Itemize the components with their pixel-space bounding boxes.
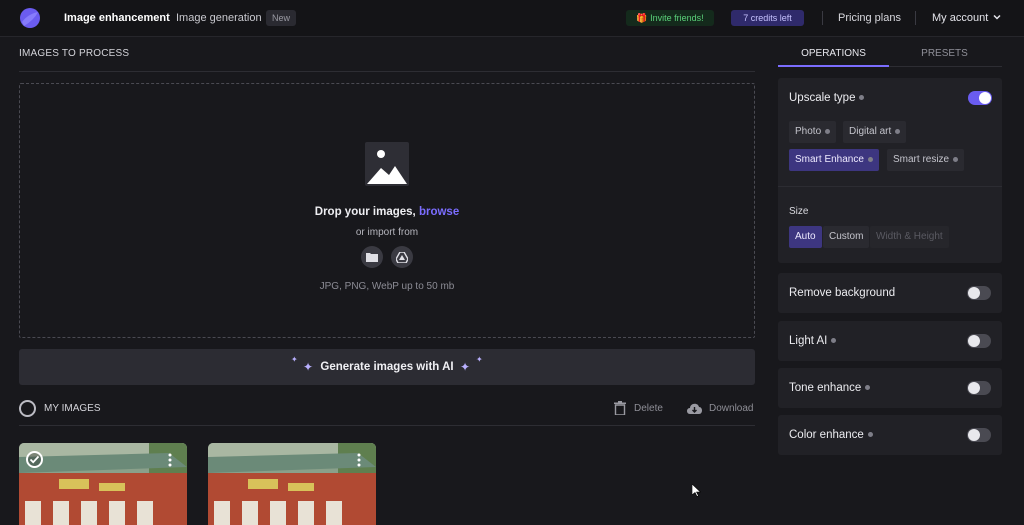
toggle-knob [968,429,980,441]
images-to-process-title: IMAGES TO PROCESS [19,48,130,59]
tone-enhance-title: Tone enhance [789,382,871,394]
size-custom-option[interactable]: Custom [823,226,870,248]
image-thumbnail[interactable] [208,443,376,525]
tab-presets[interactable]: PRESETS [889,48,1000,59]
tone-enhance-card: Tone enhance [778,368,1002,408]
select-all-checkbox[interactable] [19,400,36,417]
credits-badge[interactable]: 7 credits left [731,10,804,26]
sparkle-icon: ✦ [460,360,471,374]
upscale-type-photo[interactable]: Photo [789,121,837,143]
upscale-toggle[interactable] [968,91,992,105]
info-icon[interactable] [895,128,901,134]
color-enhance-toggle[interactable] [967,428,991,442]
tone-enhance-label: Tone enhance [789,382,862,394]
more-options-icon[interactable] [355,452,363,468]
nav-image-enhancement[interactable]: Image enhancement [64,11,170,25]
info-icon[interactable] [825,128,831,134]
building-photo [208,443,376,525]
import-google-drive-button[interactable] [391,246,413,268]
nav-divider [915,11,916,25]
color-enhance-title: Color enhance [789,429,873,441]
nav-image-generation[interactable]: Image generation [176,11,262,25]
delete-button[interactable]: Delete [634,403,663,414]
supported-formats-text: JPG, PNG, WebP up to 50 mb [319,281,455,292]
cloud-download-icon[interactable] [686,402,703,415]
width-height-input[interactable]: Width & Height [870,226,949,248]
import-folder-button[interactable] [361,246,383,268]
info-icon[interactable] [867,156,873,162]
info-icon[interactable] [859,95,865,101]
folder-icon [366,253,378,262]
invite-friends-button[interactable]: 🎁 Invite friends! [626,10,714,26]
remove-background-title: Remove background [789,287,896,299]
nav-pricing-plans[interactable]: Pricing plans [838,11,901,25]
tab-operations[interactable]: OPERATIONS [778,48,889,59]
section-divider [19,71,755,72]
import-from-label: or import from [355,227,419,238]
mouse-cursor-icon [692,484,701,497]
chip-label: Smart Enhance [795,154,864,165]
toggle-knob [968,382,980,394]
toggle-knob [968,335,980,347]
upscale-card: Upscale type Photo Digital art Smart Enh… [778,78,1002,263]
light-ai-toggle[interactable] [967,334,991,348]
image-select-checkbox[interactable] [26,451,43,468]
info-icon[interactable] [953,156,959,162]
google-drive-icon [396,251,408,263]
card-divider [778,186,1002,187]
image-thumbnail[interactable] [19,443,187,525]
image-dropzone[interactable]: Drop your images, browse or import from … [19,83,755,338]
info-icon[interactable] [865,385,871,391]
nav-my-account[interactable]: My account [932,11,988,25]
size-auto-option[interactable]: Auto [789,226,822,248]
nav-divider [822,11,823,25]
checkmark-icon [29,455,40,464]
remove-background-card: Remove background [778,273,1002,313]
more-options-icon[interactable] [166,452,174,468]
color-enhance-label: Color enhance [789,429,864,441]
chip-label: Photo [795,126,822,137]
toggle-knob [979,92,991,104]
active-tab-indicator [778,65,889,67]
download-button[interactable]: Download [709,403,753,414]
size-label: Size [789,206,809,217]
upscale-type-label: Upscale type [789,92,856,104]
chip-label: Smart resize [893,154,950,165]
light-ai-label: Light AI [789,335,828,347]
trash-icon[interactable] [614,401,626,415]
chip-label: Digital art [849,126,892,137]
app-logo-icon[interactable] [18,6,42,30]
sparkle-icon: ✦ [476,355,483,364]
generate-images-ai-label: Generate images with AI [320,361,454,373]
light-ai-title: Light AI [789,335,837,347]
generate-images-ai-button[interactable]: ✦ ✦ Generate images with AI ✦ ✦ [19,349,755,385]
upscale-type-digital-art[interactable]: Digital art [843,121,907,143]
new-badge: New [266,10,297,26]
toggle-knob [968,287,980,299]
upscale-type-title: Upscale type [789,92,865,104]
drop-prefix-text: Drop your images, [314,206,419,218]
image-placeholder-icon [365,142,409,186]
info-icon[interactable] [867,432,873,438]
upscale-type-smart-resize[interactable]: Smart resize [887,149,965,171]
browse-link[interactable]: browse [419,206,459,218]
info-icon[interactable] [831,338,837,344]
top-navigation-bar: Image enhancement Image generation New 🎁… [0,0,1024,37]
light-ai-card: Light AI [778,321,1002,361]
building-photo [19,443,187,525]
color-enhance-card: Color enhance [778,415,1002,455]
drop-instructions: Drop your images, browse [20,206,754,218]
upscale-type-smart-enhance[interactable]: Smart Enhance [789,149,879,171]
tone-enhance-toggle[interactable] [967,381,991,395]
chevron-down-icon[interactable] [992,12,1002,22]
my-images-divider [19,425,755,426]
remove-background-toggle[interactable] [967,286,991,300]
my-images-title: MY IMAGES [44,403,101,414]
